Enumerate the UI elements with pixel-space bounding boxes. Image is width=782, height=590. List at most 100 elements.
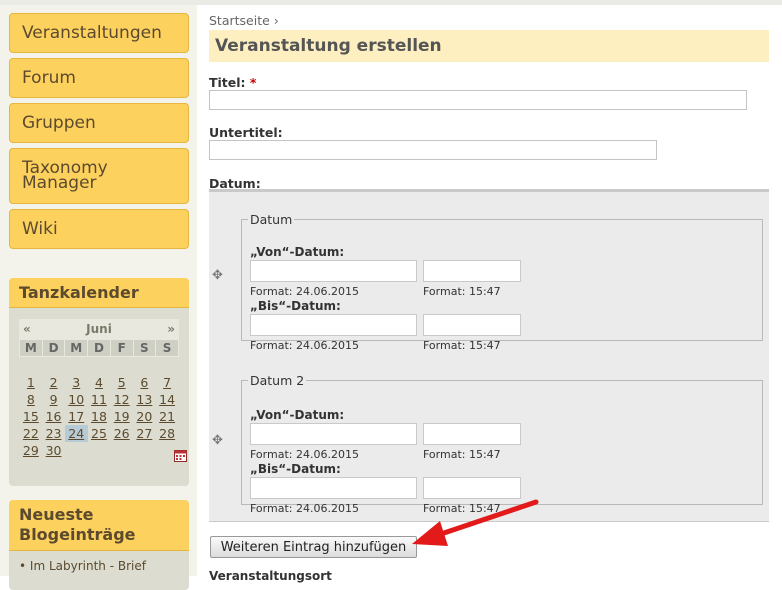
calendar-day[interactable]: 26: [110, 425, 133, 442]
calendar-day[interactable]: 14: [156, 391, 179, 408]
from-date-label: „Von“-Datum:: [250, 408, 345, 422]
from-time-input[interactable]: [423, 260, 521, 282]
nav-veranstaltungen[interactable]: Veranstaltungen: [9, 13, 189, 53]
calendar-day-link[interactable]: 1: [27, 375, 35, 390]
calendar-day[interactable]: 20: [133, 408, 156, 425]
calendar-day-link[interactable]: 10: [68, 392, 84, 407]
calendar-day[interactable]: 23: [42, 425, 65, 442]
calendar-day-link[interactable]: 15: [23, 409, 39, 424]
calendar-icon[interactable]: [174, 449, 187, 462]
from-date-input[interactable]: [250, 423, 417, 445]
from-time-input[interactable]: [423, 423, 521, 445]
calendar-day[interactable]: 17: [65, 408, 88, 425]
calendar-day-link[interactable]: 12: [114, 392, 130, 407]
drag-handle-icon[interactable]: ✥: [212, 268, 223, 283]
add-entry-button[interactable]: Weiteren Eintrag hinzufügen: [210, 536, 417, 558]
calendar-day[interactable]: 4: [88, 374, 111, 391]
calendar-day-link[interactable]: 8: [27, 392, 35, 407]
calendar-day[interactable]: 1: [20, 374, 43, 391]
calendar-day[interactable]: 30: [42, 442, 65, 459]
calendar-day-link[interactable]: 27: [136, 426, 152, 441]
calendar-day[interactable]: 21: [156, 408, 179, 425]
to-time-input[interactable]: [423, 314, 521, 336]
page-title: Veranstaltung erstellen: [209, 30, 769, 62]
calendar-day[interactable]: 3: [65, 374, 88, 391]
calendar-day[interactable]: 7: [156, 374, 179, 391]
calendar-week: [20, 357, 179, 375]
calendar-day[interactable]: 5: [110, 374, 133, 391]
calendar-day[interactable]: 10: [65, 391, 88, 408]
calendar-day-link[interactable]: 4: [95, 375, 103, 390]
calendar-day-link[interactable]: 22: [23, 426, 39, 441]
calendar-day[interactable]: 15: [20, 408, 43, 425]
nav-taxonomy-manager[interactable]: Taxonomy Manager: [9, 148, 189, 204]
calendar-day[interactable]: 29: [20, 442, 43, 459]
calendar-weekday: F: [109, 339, 134, 357]
nav-gruppen[interactable]: Gruppen: [9, 103, 189, 143]
calendar-day-link[interactable]: 20: [136, 409, 152, 424]
calendar-day-link[interactable]: 13: [136, 392, 152, 407]
calendar-day-link[interactable]: 5: [118, 375, 126, 390]
calendar-day[interactable]: 2: [42, 374, 65, 391]
calendar-day-link[interactable]: 14: [159, 392, 175, 407]
calendar-day-link[interactable]: 21: [159, 409, 175, 424]
calendar-day: [42, 357, 65, 375]
nav-label: Taxonomy Manager: [22, 158, 108, 193]
calendar-day: [133, 442, 156, 459]
calendar-day-link[interactable]: 23: [46, 426, 62, 441]
from-date-input[interactable]: [250, 260, 417, 282]
calendar-day[interactable]: 11: [88, 391, 111, 408]
blog-block: Neueste Blogeinträge Im Labyrinth - Brie…: [9, 500, 189, 590]
required-mark: *: [249, 75, 257, 90]
calendar-day[interactable]: 24: [64, 425, 88, 442]
calendar-day[interactable]: 27: [133, 425, 156, 442]
calendar-day[interactable]: 16: [42, 408, 65, 425]
calendar-day-link[interactable]: 11: [91, 392, 107, 407]
nav-label: Wiki: [22, 219, 58, 239]
subtitle-input[interactable]: [209, 140, 657, 160]
calendar-day-link[interactable]: 9: [50, 392, 58, 407]
calendar-day[interactable]: 22: [20, 425, 43, 442]
calendar-next-button[interactable]: »: [167, 322, 175, 336]
calendar-day: [133, 357, 156, 375]
calendar-day[interactable]: 9: [42, 391, 65, 408]
calendar-day: [65, 357, 88, 375]
calendar-prev-button[interactable]: «: [23, 322, 31, 336]
calendar-day[interactable]: 19: [110, 408, 133, 425]
from-date-format: Format: 24.06.2015: [250, 285, 359, 298]
calendar-day[interactable]: 28: [156, 425, 179, 442]
next-field-label: Veranstaltungsort: [209, 569, 332, 583]
calendar-day-link[interactable]: 18: [91, 409, 107, 424]
calendar-day-link[interactable]: 24: [68, 426, 84, 441]
blog-link[interactable]: Im Labyrinth - Brief: [19, 559, 189, 573]
calendar-day[interactable]: 6: [133, 374, 156, 391]
calendar-day[interactable]: 18: [88, 408, 111, 425]
calendar-day-link[interactable]: 26: [114, 426, 130, 441]
calendar-day-link[interactable]: 29: [23, 443, 39, 458]
calendar-day[interactable]: 12: [110, 391, 133, 408]
calendar-day: [110, 357, 133, 375]
calendar-day[interactable]: 13: [133, 391, 156, 408]
calendar-weekday: S: [132, 339, 157, 357]
calendar-day[interactable]: 8: [20, 391, 43, 408]
to-date-input[interactable]: [250, 314, 417, 336]
calendar-day-link[interactable]: 17: [68, 409, 84, 424]
calendar-day-link[interactable]: 28: [159, 426, 175, 441]
calendar-day-link[interactable]: 25: [91, 426, 107, 441]
calendar-day-link[interactable]: 16: [46, 409, 62, 424]
nav-forum[interactable]: Forum: [9, 58, 189, 98]
calendar-day-link[interactable]: 2: [50, 375, 58, 390]
calendar-day-link[interactable]: 7: [163, 375, 171, 390]
calendar-day-link[interactable]: 3: [72, 375, 80, 390]
calendar-day-link[interactable]: 6: [140, 375, 148, 390]
drag-handle-icon[interactable]: ✥: [212, 433, 223, 448]
nav-wiki[interactable]: Wiki: [9, 209, 189, 249]
calendar-day-link[interactable]: 30: [46, 443, 62, 458]
calendar-day[interactable]: 25: [88, 425, 111, 442]
breadcrumb-home-link[interactable]: Startseite: [209, 13, 270, 28]
breadcrumb-separator: ›: [269, 13, 279, 28]
calendar-header: « Juni »: [19, 319, 179, 339]
to-date-input[interactable]: [250, 477, 417, 499]
title-input[interactable]: [209, 90, 747, 110]
calendar-day-link[interactable]: 19: [114, 409, 130, 424]
